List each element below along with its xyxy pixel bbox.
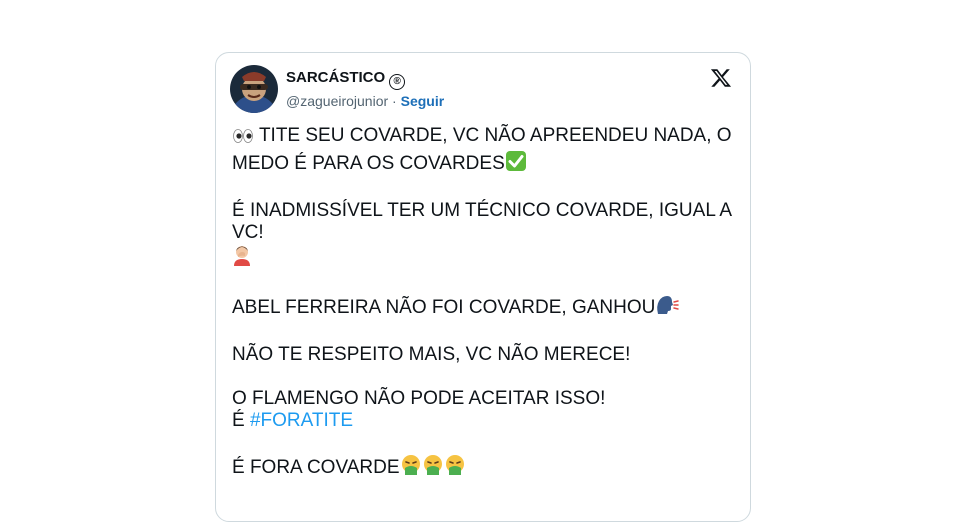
eyes-emoji	[232, 128, 254, 150]
vomiting-face-emoji	[400, 454, 422, 482]
paragraph-6: É FORA COVARDE	[232, 454, 736, 482]
author-sub-row: @zagueirojunior · Seguir	[286, 92, 444, 110]
paragraph-5-line-2: É #FORATITE	[232, 410, 736, 432]
paragraph-2: É INADMISSÍVEL TER UM TÉCNICO COVARDE, I…	[232, 200, 736, 272]
paragraph-1: TITE SEU COVARDE, VC NÃO APREENDEU NADA,…	[232, 125, 736, 178]
paragraph-5-prefix: É	[232, 410, 250, 431]
paragraph-2-line-2	[232, 244, 736, 272]
paragraph-1-text-1: TITE SEU COVARDE, VC NÃO APREENDEU NADA,…	[258, 125, 732, 146]
paragraph-1-line-1: TITE SEU COVARDE, VC NÃO APREENDEU NADA,…	[232, 125, 736, 150]
paragraph-4-text: NÃO TE RESPEITO MAIS, VC NÃO MERECE!	[232, 344, 631, 365]
registered-badge-icon: ®	[389, 74, 406, 90]
author-avatar[interactable]	[230, 65, 278, 113]
author-display-name[interactable]: SARCÁSTICO	[286, 69, 385, 86]
paragraph-3-text: ABEL FERREIRA NÃO FOI COVARDE, GANHOU	[232, 297, 656, 318]
vomiting-face-emoji	[444, 454, 466, 482]
author-info: SARCÁSTICO ® @zagueirojunior · Seguir	[286, 68, 444, 110]
author-handle[interactable]: @zagueirojunior	[286, 93, 388, 109]
follow-link[interactable]: Seguir	[401, 93, 445, 109]
paragraph-3: ABEL FERREIRA NÃO FOI COVARDE, GANHOU	[232, 294, 736, 322]
paragraph-2-text: É INADMISSÍVEL TER UM TÉCNICO COVARDE, I…	[232, 200, 732, 243]
tweet-card: SARCÁSTICO ® @zagueirojunior · Seguir TI…	[215, 52, 751, 522]
paragraph-5-text: O FLAMENGO NÃO PODE ACEITAR ISSO!	[232, 388, 606, 409]
speaking-head-emoji	[655, 294, 680, 322]
paragraph-4: NÃO TE RESPEITO MAIS, VC NÃO MERECE!	[232, 344, 736, 366]
separator-dot: ·	[388, 93, 401, 109]
hashtag-link[interactable]: #FORATITE	[250, 410, 353, 431]
author-name-row[interactable]: SARCÁSTICO ®	[286, 68, 444, 90]
check-mark-emoji	[505, 150, 527, 178]
facepalm-emoji	[232, 244, 252, 272]
vomiting-face-emoji	[422, 454, 444, 482]
paragraph-1-line-2: MEDO É PARA OS COVARDES	[232, 150, 736, 178]
paragraph-1-text-2: MEDO É PARA OS COVARDES	[232, 153, 505, 174]
paragraph-5: O FLAMENGO NÃO PODE ACEITAR ISSO! É #FOR…	[232, 388, 736, 432]
tweet-text: TITE SEU COVARDE, VC NÃO APREENDEU NADA,…	[232, 125, 736, 504]
tweet-header: SARCÁSTICO ® @zagueirojunior · Seguir	[230, 65, 736, 113]
paragraph-6-text: É FORA COVARDE	[232, 457, 400, 478]
paragraph-6-line: É FORA COVARDE	[232, 454, 736, 482]
paragraph-3-line: ABEL FERREIRA NÃO FOI COVARDE, GANHOU	[232, 294, 736, 322]
x-logo-icon[interactable]	[710, 67, 732, 89]
